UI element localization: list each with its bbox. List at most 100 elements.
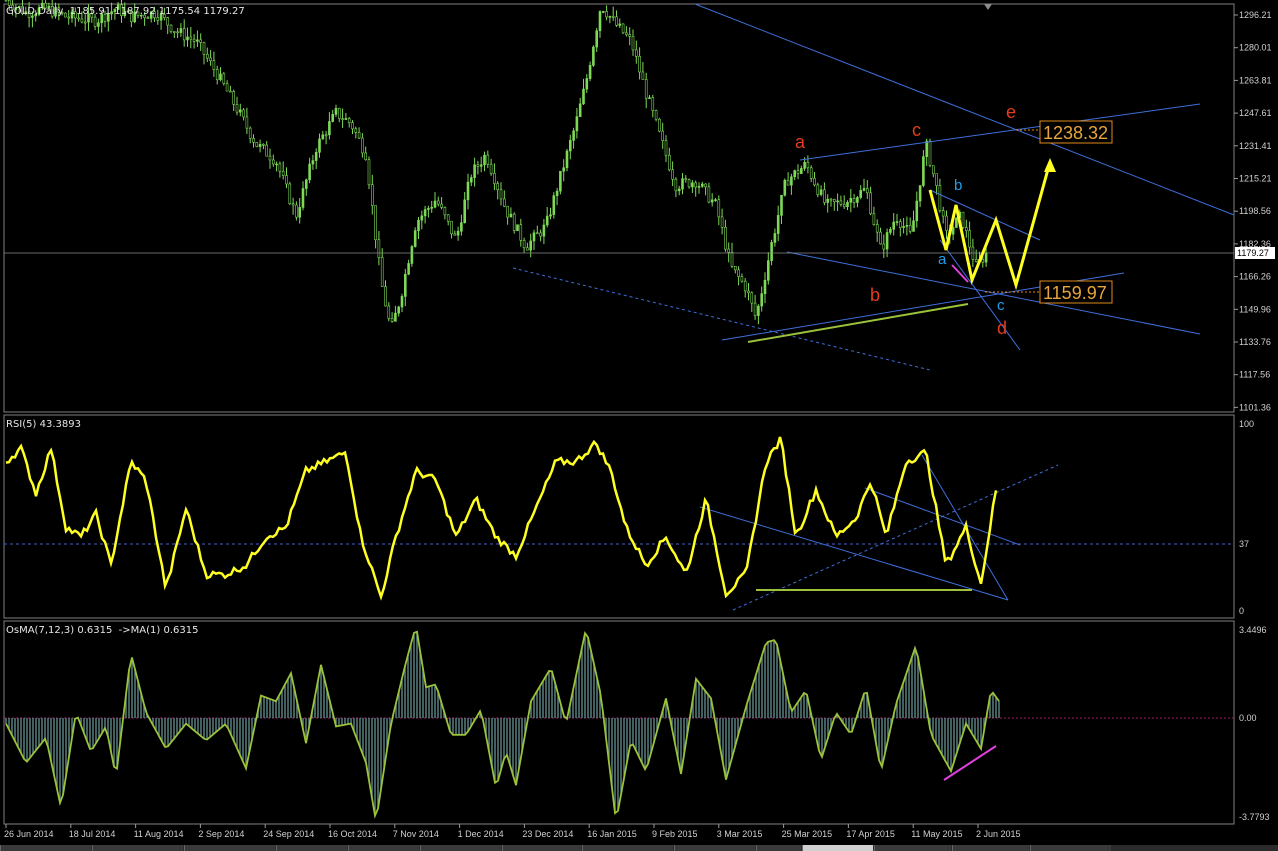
candle-body bbox=[608, 16, 612, 18]
candle-body bbox=[654, 110, 658, 120]
candle-body bbox=[918, 185, 922, 202]
candle-body bbox=[611, 16, 615, 18]
candle-body bbox=[522, 240, 526, 249]
candle-body bbox=[380, 257, 384, 287]
price-tick-label: 1263.81 bbox=[1239, 75, 1272, 85]
candle-body bbox=[859, 190, 863, 198]
candle-body bbox=[641, 71, 645, 80]
tab-active[interactable] bbox=[802, 845, 873, 851]
candle-body bbox=[582, 88, 585, 105]
candle-body bbox=[717, 199, 721, 218]
candle-body bbox=[460, 222, 463, 232]
candle-body bbox=[186, 36, 189, 41]
time-tick-label: 25 Mar 2015 bbox=[782, 829, 833, 839]
subwave-label-b: b bbox=[954, 177, 962, 194]
candle-body bbox=[922, 156, 925, 186]
candle-body bbox=[605, 11, 608, 18]
candle-body bbox=[516, 224, 519, 231]
tab-13[interactable] bbox=[952, 845, 1029, 851]
candle-body bbox=[964, 227, 968, 231]
candle-body bbox=[374, 205, 377, 241]
candle-body bbox=[83, 21, 87, 24]
candle-body bbox=[539, 232, 542, 237]
candle-body bbox=[892, 221, 896, 230]
symbol-label: GOLD,Daily bbox=[6, 6, 64, 17]
tab-12[interactable] bbox=[874, 845, 951, 851]
candle-body bbox=[222, 73, 226, 84]
candle-body bbox=[757, 305, 760, 316]
candle-body bbox=[453, 233, 457, 236]
candle-body bbox=[575, 116, 579, 132]
tab-8[interactable] bbox=[582, 845, 673, 851]
candle-body bbox=[856, 197, 859, 203]
candle-body bbox=[585, 78, 589, 90]
candle-body bbox=[658, 118, 661, 132]
time-tick-label: 16 Jan 2015 bbox=[587, 829, 637, 839]
time-tick-label: 7 Nov 2014 bbox=[393, 829, 439, 839]
tab-14[interactable] bbox=[1030, 845, 1111, 851]
candle-body bbox=[908, 225, 912, 232]
tab-2[interactable] bbox=[92, 845, 183, 851]
tab-1[interactable] bbox=[0, 845, 91, 851]
candle-body bbox=[697, 186, 701, 188]
candle-body bbox=[938, 185, 942, 211]
tab-9[interactable] bbox=[674, 845, 755, 851]
candle-body bbox=[578, 103, 582, 117]
candle-body bbox=[146, 17, 150, 20]
candle-body bbox=[704, 183, 707, 188]
candle-body bbox=[420, 215, 424, 221]
candle-body bbox=[905, 225, 909, 227]
candle-body bbox=[902, 226, 905, 228]
candle-body bbox=[803, 162, 806, 169]
wave-label-e: e bbox=[1006, 102, 1016, 122]
tab-6[interactable] bbox=[420, 845, 501, 851]
tab-10[interactable] bbox=[756, 845, 801, 851]
candle-body bbox=[535, 232, 539, 235]
candle-body bbox=[196, 39, 199, 42]
candle-body bbox=[846, 202, 849, 207]
candle-body bbox=[331, 114, 335, 122]
tab-7[interactable] bbox=[502, 845, 581, 851]
candle-body bbox=[239, 109, 242, 113]
candle-body bbox=[97, 22, 100, 27]
candle-body bbox=[671, 169, 674, 180]
time-tick-label: 11 May 2015 bbox=[911, 829, 962, 839]
target-low-label: 1159.97 bbox=[1043, 283, 1107, 303]
candle-body bbox=[681, 178, 684, 190]
candle-body bbox=[397, 306, 401, 314]
candle-body bbox=[661, 130, 665, 141]
time-tick-label: 16 Oct 2014 bbox=[328, 829, 377, 839]
candle-body bbox=[427, 208, 430, 210]
candle-body bbox=[809, 167, 813, 179]
tab-3[interactable] bbox=[184, 845, 275, 851]
chart-area[interactable]: a b c d e a b c 1238.32 1159.97 1296.21 1… bbox=[0, 0, 1278, 851]
price-tick-label: 1101.36 bbox=[1239, 402, 1271, 412]
candle-body bbox=[941, 210, 945, 217]
candle-body bbox=[443, 207, 447, 216]
candle-body bbox=[595, 30, 599, 48]
time-tick-label: 2 Sep 2014 bbox=[198, 829, 244, 839]
candle-body bbox=[836, 200, 839, 203]
candle-body bbox=[687, 179, 691, 188]
time-tick-label: 23 Dec 2014 bbox=[522, 829, 573, 839]
candle-body bbox=[743, 280, 747, 292]
candle-body bbox=[832, 199, 836, 202]
candle-body bbox=[763, 279, 767, 294]
candle-body bbox=[456, 230, 460, 236]
candle-body bbox=[842, 203, 846, 207]
candle-body bbox=[407, 263, 410, 275]
price-tick-label: 1247.61 bbox=[1239, 108, 1272, 118]
candle-body bbox=[618, 23, 622, 26]
candle-body bbox=[423, 209, 427, 217]
tab-5[interactable] bbox=[348, 845, 419, 851]
candle-body bbox=[664, 140, 668, 156]
candle-body bbox=[747, 290, 750, 294]
candle-body bbox=[753, 302, 757, 316]
candle-body bbox=[463, 199, 467, 224]
candle-body bbox=[209, 57, 212, 61]
candle-body bbox=[394, 312, 397, 322]
tab-4[interactable] bbox=[276, 845, 347, 851]
candle-body bbox=[733, 265, 737, 271]
candle-body bbox=[710, 199, 714, 203]
candle-body bbox=[93, 16, 97, 27]
